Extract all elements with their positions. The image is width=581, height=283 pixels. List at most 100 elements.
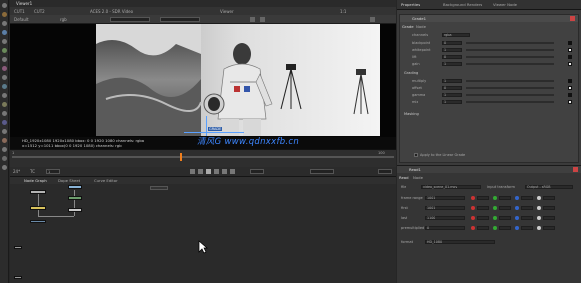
color-swatch-icon[interactable] (568, 93, 572, 97)
node-read[interactable] (30, 190, 46, 194)
tc-toggle[interactable]: TC (30, 169, 35, 174)
next-frame-icon[interactable] (222, 169, 227, 174)
property-slider[interactable] (466, 80, 554, 82)
channel-value-field[interactable] (499, 196, 511, 200)
property-slider[interactable] (466, 101, 554, 103)
fps-field[interactable]: 24* (13, 169, 20, 174)
colorspace-select[interactable]: ACES 2.0 - SDR Video (90, 9, 133, 14)
gamma-slider[interactable] (160, 17, 200, 22)
draw-tool-icon[interactable] (2, 12, 7, 17)
property-value-field[interactable]: 1 (442, 62, 462, 66)
property-value-field[interactable]: 1 (442, 48, 462, 52)
channel-dot-icon[interactable] (493, 226, 497, 230)
channel-value-field[interactable] (543, 206, 555, 210)
node-transform[interactable] (68, 196, 82, 200)
end-frame-field[interactable] (378, 169, 392, 174)
channel-dot-icon[interactable] (471, 216, 475, 220)
property-value-field[interactable]: 0 (442, 55, 462, 59)
roi-icon[interactable] (250, 17, 255, 22)
color-swatch-icon[interactable] (568, 41, 572, 45)
channel-dot-icon[interactable] (515, 226, 519, 230)
node-grade[interactable] (68, 185, 82, 189)
apply-checkbox[interactable] (414, 153, 418, 157)
channel-dot-icon[interactable] (537, 226, 541, 230)
image-tool-icon[interactable] (2, 3, 7, 8)
channel-value-field[interactable] (477, 216, 489, 220)
channel-dot-icon[interactable] (493, 216, 497, 220)
node-dot[interactable] (14, 276, 22, 279)
channel-value-field[interactable] (521, 226, 533, 230)
channel-value-field[interactable] (543, 196, 555, 200)
property-value-field[interactable]: 0 (425, 226, 465, 230)
property-value-field[interactable]: 0 (442, 41, 462, 45)
property-value-field[interactable]: 1001 (425, 196, 465, 200)
channel-dot-icon[interactable] (471, 196, 475, 200)
colorspace-select[interactable]: Output - sRGB (525, 185, 573, 189)
channel-dot-icon[interactable] (493, 206, 497, 210)
particles-tool-icon[interactable] (2, 129, 7, 134)
increment-field[interactable] (250, 169, 264, 174)
time-tool-icon[interactable] (2, 21, 7, 26)
tab-background-renders[interactable]: Background Renders (443, 2, 482, 7)
furnace-tool-icon[interactable] (2, 156, 7, 161)
deep-tool-icon[interactable] (2, 138, 7, 143)
property-value-field[interactable]: 1 (442, 93, 462, 97)
node-dot[interactable] (14, 246, 22, 249)
node-name[interactable]: Grade1 (412, 16, 426, 21)
tab-node[interactable]: Node (413, 175, 423, 180)
tab-node-graph[interactable]: Node Graph (24, 178, 47, 183)
channel-b-select[interactable]: rgb (60, 17, 67, 22)
channel-select[interactable]: Default (14, 17, 29, 22)
tab-viewer-node[interactable]: Viewer Node (493, 2, 517, 7)
first-frame-icon[interactable] (190, 169, 195, 174)
channel-dot-icon[interactable] (537, 216, 541, 220)
channel-value-field[interactable] (543, 226, 555, 230)
property-value-field[interactable]: 1 (442, 100, 462, 104)
node-write[interactable] (30, 220, 46, 223)
channel-value-field[interactable] (521, 216, 533, 220)
channel-value-field[interactable] (521, 196, 533, 200)
timeline[interactable]: 1 100 (10, 149, 396, 167)
channel-dot-icon[interactable] (537, 196, 541, 200)
channel-dot-icon[interactable] (537, 206, 541, 210)
color-swatch-icon[interactable] (568, 48, 572, 52)
channel-value-field[interactable] (477, 206, 489, 210)
timeline-track[interactable] (12, 156, 394, 158)
tab-grade[interactable]: Grade (402, 24, 414, 29)
channel-dot-icon[interactable] (515, 196, 519, 200)
last-frame-icon[interactable] (230, 169, 235, 174)
color-tool-icon[interactable] (2, 39, 7, 44)
channel-value-field[interactable] (499, 226, 511, 230)
file-field[interactable]: video_scene_01.mov (421, 185, 481, 189)
play-icon[interactable] (206, 169, 211, 174)
tab-dope-sheet[interactable]: Dope Sheet (58, 178, 80, 183)
property-slider[interactable] (466, 63, 554, 65)
gain-slider[interactable] (110, 17, 150, 22)
property-value-field[interactable]: 1100 (425, 216, 465, 220)
color-swatch-icon[interactable] (568, 55, 572, 59)
property-slider[interactable] (466, 94, 554, 96)
lock-icon[interactable] (370, 17, 375, 22)
toolsets-tool-icon[interactable] (2, 111, 7, 116)
property-value-field[interactable]: 0 (442, 86, 462, 90)
filter-tool-icon[interactable] (2, 48, 7, 53)
color-swatch-icon[interactable] (568, 62, 572, 66)
metadata-tool-icon[interactable] (2, 102, 7, 107)
channel-dot-icon[interactable] (471, 206, 475, 210)
transform-tool-icon[interactable] (2, 75, 7, 80)
wipe-icon[interactable] (260, 17, 265, 22)
tab-read[interactable]: Read (399, 175, 409, 180)
playhead[interactable] (180, 153, 182, 161)
close-icon[interactable] (573, 167, 578, 172)
views-tool-icon[interactable] (2, 93, 7, 98)
merge-tool-icon[interactable] (2, 66, 7, 71)
tab-properties[interactable]: Properties (401, 2, 420, 7)
tab-node[interactable]: Node (416, 24, 426, 29)
channel-value-field[interactable] (477, 196, 489, 200)
viewer-canvas[interactable]: GRADE (10, 24, 396, 137)
property-value-field[interactable]: 1001 (425, 206, 465, 210)
input-b-select[interactable]: CUT2 (34, 9, 45, 14)
node-backdrop[interactable] (150, 186, 168, 190)
channel-value-field[interactable] (543, 216, 555, 220)
playback-mode-select[interactable] (310, 169, 334, 174)
